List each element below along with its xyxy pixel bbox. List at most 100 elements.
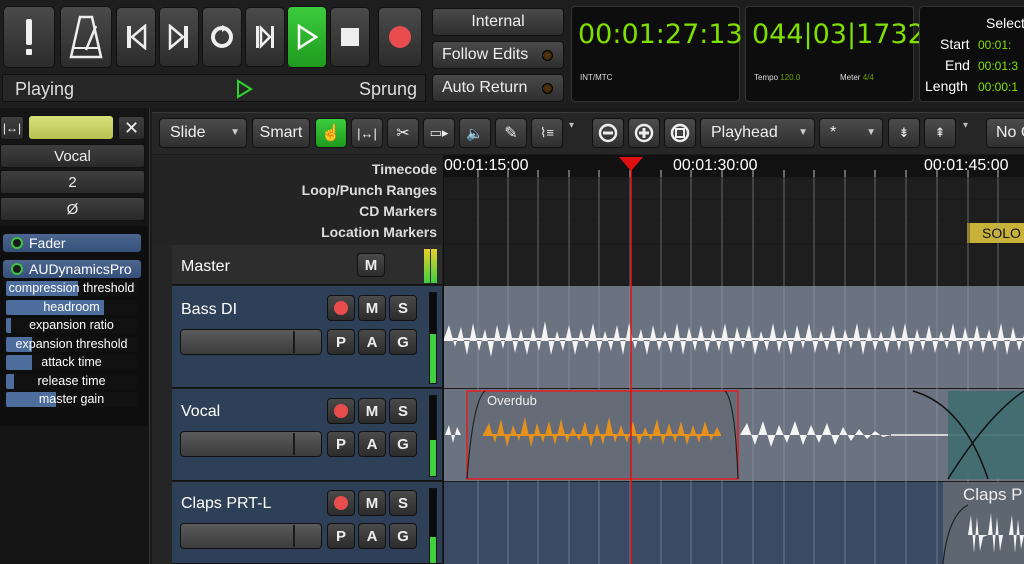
group-label: G [397,333,409,351]
transport-status-bar: Playing Sprung [2,74,426,102]
fader-handle[interactable] [293,433,295,455]
strip-close-button[interactable]: ✕ [118,116,145,140]
goto-start-button[interactable] [116,7,156,67]
fader-handle[interactable] [293,525,295,547]
track-gain-fader[interactable] [180,329,322,355]
range-tool-button[interactable]: |↔| [351,118,383,148]
stretch-tool-button[interactable]: ▭▸ [423,118,455,148]
param-label: master gain [38,392,105,406]
automation-button[interactable]: A [358,523,386,549]
mute-label: M [365,494,379,512]
solo-button[interactable]: S [389,295,417,321]
ruler-label-cd-markers: CD Markers [359,203,437,219]
track-header-bass-di[interactable]: Bass DI M S P A G [172,286,442,388]
playlist-button[interactable]: P [327,431,355,457]
automation-button[interactable]: A [358,329,386,355]
param-master-gain[interactable]: master gain [6,392,137,407]
zoom-in-button[interactable] [628,118,660,148]
group-button[interactable]: G [389,329,417,355]
strip-width-button[interactable]: |↔| [0,116,24,140]
smart-mode-label: Smart [259,124,303,141]
smart-mode-button[interactable]: Smart [252,118,310,148]
view-chevron-icon[interactable]: ▾ [963,120,968,131]
mute-button[interactable]: M [358,295,386,321]
param-attack-time[interactable]: attack time [6,355,137,370]
primary-clock[interactable]: 00:01:27:13 INT/MTC [571,6,743,102]
param-compression-threshold[interactable]: compression threshold [6,281,137,296]
zoom-session-button[interactable] [664,118,696,148]
selection-clock[interactable]: Select Start 00:01: End 00:01:3 Length 0… [919,6,1024,102]
expand-tracks-button[interactable]: ⇞ [924,118,956,148]
shrink-tracks-icon: ⇟ [898,125,910,140]
group-button[interactable]: G [389,431,417,457]
track-header-vocal[interactable]: Vocal M S P A G [172,389,442,481]
plugin-active-led[interactable] [11,263,23,275]
auto-return-label: Auto Return [442,79,528,96]
cut-tool-button[interactable]: ✂ [387,118,419,148]
record-arm-button[interactable] [327,490,355,516]
record-button[interactable] [378,7,422,67]
grid-dropdown[interactable]: * ▼ [819,118,883,148]
solo-button[interactable]: S [389,490,417,516]
plugin-active-led[interactable] [11,237,23,249]
tools-chevron-icon[interactable]: ▾ [569,120,574,131]
grab-tool-button[interactable]: ☝ [315,118,347,148]
stop-button[interactable] [330,7,370,67]
track-header-master[interactable]: Master M [172,245,442,285]
strip-color-swatch[interactable] [28,115,114,140]
audition-tool-button[interactable]: 🔈 [459,118,491,148]
solo-label: S [397,299,408,317]
param-headroom[interactable]: headroom [6,300,137,315]
goto-end-button[interactable] [159,7,199,67]
param-release-time[interactable]: release time [6,374,137,389]
panic-button[interactable] [3,6,55,68]
plugin-audynamicspro[interactable]: AUDynamicsPro [2,259,142,279]
follow-edits-button[interactable]: Follow Edits [432,41,564,69]
nudge-clock-button[interactable]: No C [986,118,1024,148]
playlist-button[interactable]: P [327,329,355,355]
secondary-clock[interactable]: 044|03|1732 Tempo 120.0 Meter 4/4 [745,6,925,102]
record-arm-button[interactable] [327,295,355,321]
param-expansion-threshold[interactable]: expansion threshold [6,337,137,352]
group-button[interactable]: G [389,523,417,549]
plugin-fader[interactable]: Fader [2,233,142,253]
automation-button[interactable]: A [358,431,386,457]
draw-tool-button[interactable]: ✎ [495,118,527,148]
track-header-claps-prt-l[interactable]: Claps PRT-L M S P A G [172,482,442,564]
mute-button[interactable]: M [357,253,385,277]
mute-button[interactable]: M [358,398,386,424]
track-gain-fader[interactable] [180,523,322,549]
playlist-button[interactable]: P [327,523,355,549]
solo-button[interactable]: S [389,398,417,424]
fader-handle[interactable] [293,331,295,353]
mute-button[interactable]: M [358,490,386,516]
input-button[interactable]: 2 [0,170,145,194]
record-arm-button[interactable] [327,398,355,424]
phase-invert-button[interactable]: Ø [0,197,145,221]
shrink-tracks-button[interactable]: ⇟ [888,118,920,148]
param-label: attack time [41,355,102,369]
playhead[interactable] [619,157,643,564]
selection-start-value: 00:01: [978,38,1012,52]
metronome-button[interactable] [60,6,112,68]
track-gain-fader[interactable] [180,431,322,457]
stop-icon [341,28,359,46]
solo-label: S [397,402,408,420]
vocal-overdub-region[interactable]: Overdub [466,390,739,480]
auto-return-button[interactable]: Auto Return [432,74,564,102]
level-meter [429,395,437,477]
sync-source-button[interactable]: Internal [432,8,564,36]
edit-mode-dropdown[interactable]: Slide ▼ [159,118,247,148]
expand-tracks-icon: ⇞ [934,125,946,140]
content-tool-button[interactable]: ⌇≡ [531,118,563,148]
param-expansion-ratio[interactable]: expansion ratio [6,318,137,333]
phase-label: Ø [66,200,79,218]
daw-window: Playing Sprung Internal Follow Edits Aut… [0,0,1024,564]
play-button[interactable] [287,6,327,68]
edit-point-dropdown[interactable]: Playhead ▼ [700,118,815,148]
loop-button[interactable] [202,7,242,67]
zoom-out-button[interactable] [592,118,624,148]
strip-name-button[interactable]: Vocal [0,144,145,168]
claps-region[interactable]: Claps P [942,482,1024,564]
play-range-button[interactable] [245,7,285,67]
